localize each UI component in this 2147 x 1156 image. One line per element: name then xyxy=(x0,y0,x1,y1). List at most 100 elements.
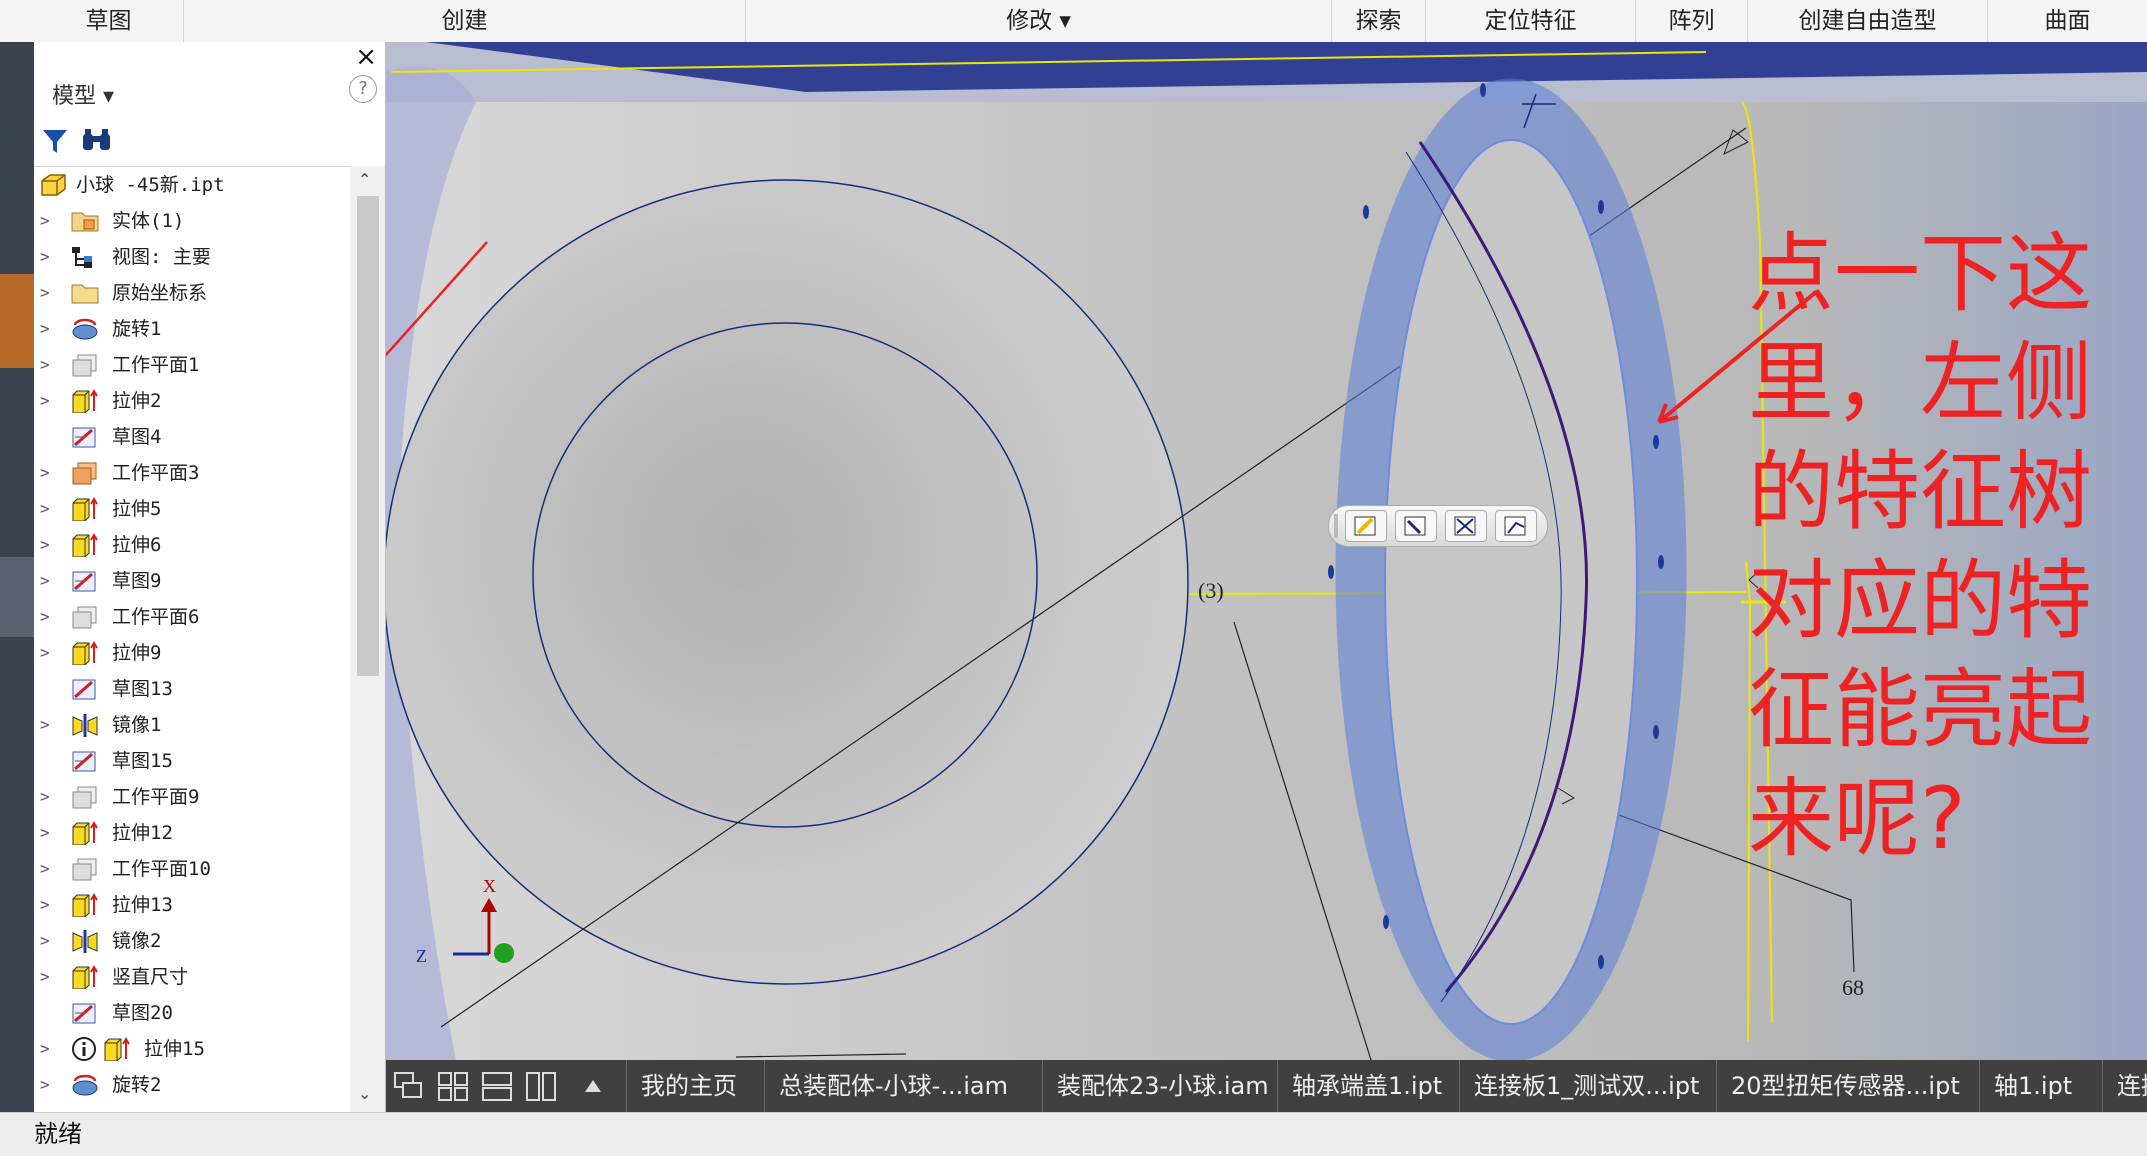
model-browser-title[interactable]: 模型 ▾ xyxy=(52,78,114,110)
sketch-icon xyxy=(72,751,96,772)
tree-item-label: 拉伸15 xyxy=(144,1038,205,1060)
expand-chevron-icon[interactable]: > xyxy=(40,887,50,923)
ribbon-tab-modify[interactable]: 修改 ▾ xyxy=(746,0,1332,42)
tree-item-label: 工作平面6 xyxy=(112,606,200,628)
revolve-icon xyxy=(72,1074,98,1096)
bolt-hole xyxy=(1598,955,1604,969)
tile-horizontal-icon[interactable] xyxy=(480,1070,514,1102)
expand-chevron-icon[interactable]: > xyxy=(40,383,50,419)
mirror-icon xyxy=(72,714,98,737)
expand-chevron-icon[interactable]: > xyxy=(40,635,50,671)
tree-item-label: 草图9 xyxy=(112,570,162,592)
scroll-down-icon[interactable]: ⌄ xyxy=(358,1084,371,1103)
extrude-icon xyxy=(72,893,98,917)
expand-chevron-icon[interactable]: > xyxy=(40,527,50,563)
tree-item-label: 原始坐标系 xyxy=(112,282,208,304)
scroll-up-icon[interactable]: ⌃ xyxy=(358,170,371,189)
tile-vertical-icon[interactable] xyxy=(524,1070,558,1102)
tree-item-label: 拉伸2 xyxy=(112,390,162,412)
cascade-windows-icon[interactable] xyxy=(392,1070,426,1102)
ribbon-tab-work-features[interactable]: 定位特征 xyxy=(1426,0,1636,42)
annotation-line: 点一下这 xyxy=(1748,224,2092,324)
expand-chevron-icon[interactable]: > xyxy=(40,455,50,491)
find-binoculars-icon[interactable] xyxy=(80,126,114,156)
filter-icon[interactable] xyxy=(40,126,70,156)
ribbon-tab-pattern[interactable]: 阵列 xyxy=(1636,0,1748,42)
dimension-label[interactable]: 68 xyxy=(1842,975,1864,1000)
feature-tree: 小球 -45新.ipt > 实体(1) > 视图: 主要 > 原始坐标系 > 旋… xyxy=(34,166,350,1109)
expand-chevron-icon[interactable]: > xyxy=(40,347,50,383)
edit-sketch-icon xyxy=(1354,516,1376,536)
expand-chevron-icon[interactable]: > xyxy=(40,707,50,743)
expand-chevron-icon[interactable]: > xyxy=(40,1067,50,1103)
doc-tab[interactable]: 总装配体-小球-...iam xyxy=(764,1060,1008,1112)
create-sketch-button[interactable] xyxy=(1495,510,1537,542)
doc-tab[interactable]: 轴1.ipt xyxy=(1979,1060,2072,1112)
ribbon-tab-bar: 草图 创建 修改 ▾ 探索 定位特征 阵列 创建自由造型 曲面 xyxy=(0,0,2147,43)
tree-item-label: 视图: 主要 xyxy=(112,246,211,268)
expand-chevron-icon[interactable]: > xyxy=(40,203,50,239)
doc-tab[interactable]: 轴承端盖1.ipt xyxy=(1277,1060,1442,1112)
flange-inner-opening xyxy=(1384,139,1638,1025)
expand-chevron-icon[interactable]: > xyxy=(40,599,50,635)
extrude-icon xyxy=(72,389,98,413)
bolt-hole xyxy=(1653,725,1659,739)
edit-feature-button[interactable] xyxy=(1395,510,1437,542)
sketch-icon xyxy=(72,571,96,592)
info-icon xyxy=(72,1037,96,1061)
ribbon-tab-explore[interactable]: 探索 xyxy=(1332,0,1426,42)
work-plane-icon xyxy=(72,786,97,809)
revolve-icon xyxy=(72,318,98,340)
mini-toolbar-grip-icon[interactable] xyxy=(1331,514,1341,538)
sketch-properties-icon xyxy=(1454,516,1476,536)
tree-item-label: 小球 -45新.ipt xyxy=(76,174,225,196)
sketch-icon xyxy=(72,427,96,448)
bolt-hole xyxy=(1598,200,1604,214)
doc-tab[interactable]: 20型扭矩传感器...ipt xyxy=(1716,1060,1960,1112)
view-rep-icon xyxy=(72,247,92,268)
work-plane-icon xyxy=(72,606,97,629)
sketch-properties-button[interactable] xyxy=(1445,510,1487,542)
expand-chevron-icon[interactable]: > xyxy=(40,563,50,599)
status-bar: 就绪 xyxy=(0,1112,2147,1156)
ribbon-tab-surface[interactable]: 曲面 xyxy=(1988,0,2147,42)
close-icon[interactable]: × xyxy=(355,42,377,72)
outer-sketch-circle[interactable] xyxy=(386,179,1189,985)
doc-tab[interactable]: 装配体23-小球.iam xyxy=(1042,1060,1269,1112)
work-plane-icon xyxy=(72,858,97,881)
doc-tab-home[interactable]: 我的主页 xyxy=(626,1060,737,1112)
tree-item-label: 拉伸13 xyxy=(112,894,173,916)
expand-chevron-icon[interactable]: > xyxy=(40,815,50,851)
expand-chevron-icon[interactable]: > xyxy=(40,275,50,311)
accent-marker xyxy=(0,274,34,368)
doc-tab[interactable]: 连接 xyxy=(2102,1060,2147,1112)
tree-item-label: 拉伸5 xyxy=(112,498,162,520)
extrude-icon xyxy=(72,965,98,989)
tree-item-label: 工作平面3 xyxy=(112,462,200,484)
doc-tab[interactable]: 连接板1_测试双...ipt xyxy=(1459,1060,1699,1112)
graphics-viewport[interactable]: (3) 68 X Z 点一下这 里，左侧 的特征树 对应的特 征能亮起 来呢? xyxy=(386,42,2147,1060)
scrollbar-thumb[interactable] xyxy=(357,196,379,676)
help-icon[interactable]: ? xyxy=(349,75,377,103)
tree-item-label: 镜像2 xyxy=(112,930,162,952)
bolt-hole xyxy=(1480,83,1486,97)
expand-chevron-icon[interactable]: > xyxy=(40,959,50,995)
document-list-arrow-icon[interactable] xyxy=(576,1070,610,1102)
dimension-label[interactable]: (3) xyxy=(1198,578,1224,603)
tree-scrollbar[interactable]: ⌃ ⌄ xyxy=(350,166,385,1112)
tree-item-label: 工作平面1 xyxy=(112,354,200,376)
edit-sketch-button[interactable] xyxy=(1345,510,1387,542)
ribbon-tab-sketch[interactable]: 草图 xyxy=(34,0,184,42)
tile-windows-icon[interactable] xyxy=(436,1070,470,1102)
expand-chevron-icon[interactable]: > xyxy=(40,851,50,887)
tree-item-label: 镜像1 xyxy=(112,714,162,736)
work-plane-orange-icon xyxy=(72,462,97,485)
ribbon-tab-freeform[interactable]: 创建自由造型 xyxy=(1748,0,1988,42)
expand-chevron-icon[interactable]: > xyxy=(40,923,50,959)
expand-chevron-icon[interactable]: > xyxy=(40,239,50,275)
expand-chevron-icon[interactable]: > xyxy=(40,491,50,527)
ribbon-tab-create[interactable]: 创建 xyxy=(184,0,746,42)
expand-chevron-icon[interactable]: > xyxy=(40,1031,50,1067)
expand-chevron-icon[interactable]: > xyxy=(40,779,50,815)
expand-chevron-icon[interactable]: > xyxy=(40,311,50,347)
